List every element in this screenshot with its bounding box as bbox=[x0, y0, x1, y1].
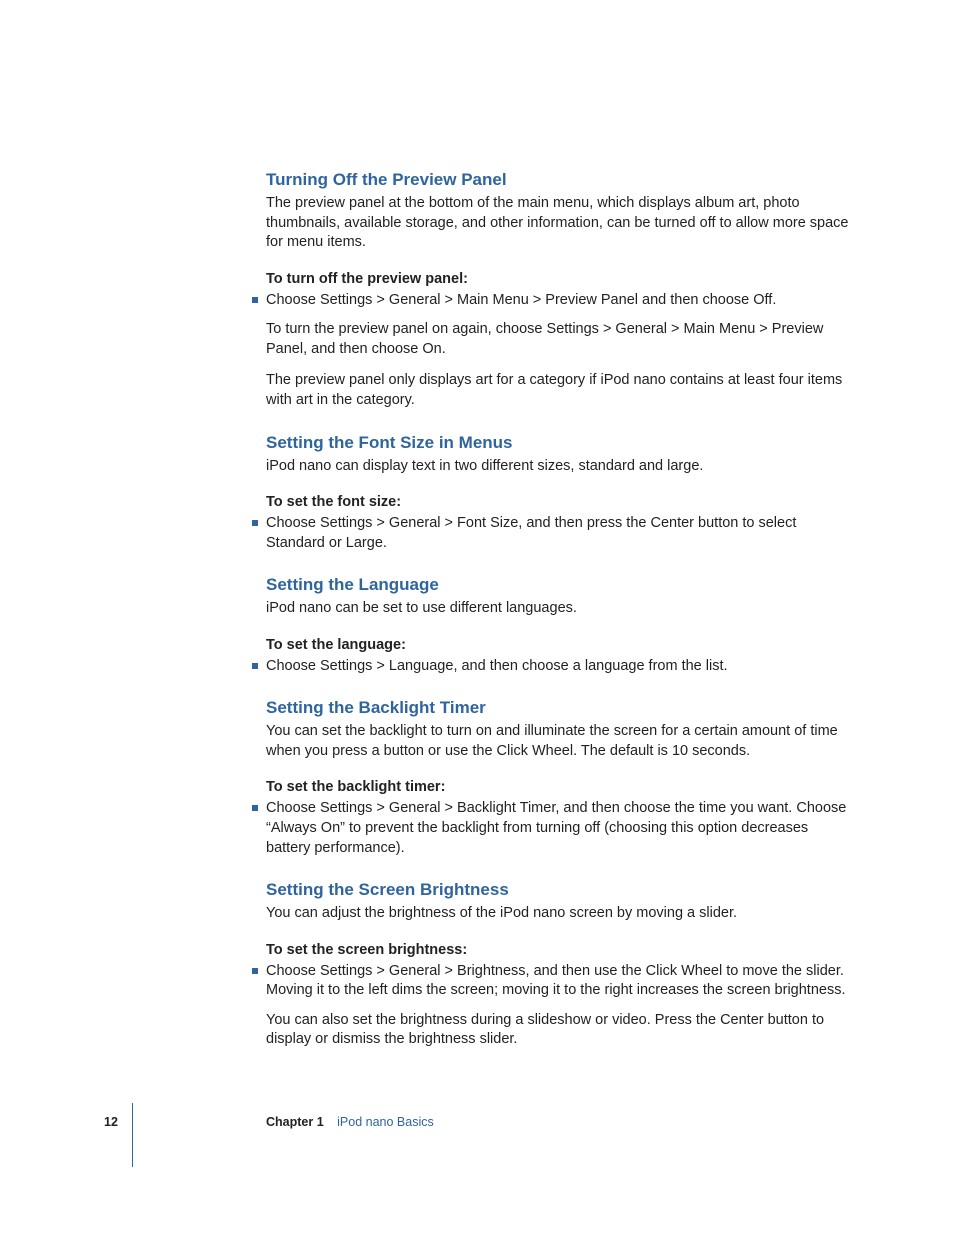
heading-backlight-timer: Setting the Backlight Timer bbox=[266, 698, 854, 718]
bullet-icon bbox=[252, 520, 258, 526]
heading-font-size: Setting the Font Size in Menus bbox=[266, 433, 854, 453]
bullet-text: Choose Settings > Language, and then cho… bbox=[266, 657, 854, 677]
intro-paragraph: You can set the backlight to turn on and… bbox=[266, 722, 854, 761]
bullet-icon bbox=[252, 297, 258, 303]
heading-language: Setting the Language bbox=[266, 575, 854, 595]
bullet-icon bbox=[252, 805, 258, 811]
bullet-text: Choose Settings > General > Backlight Ti… bbox=[266, 799, 854, 858]
intro-paragraph: You can adjust the brightness of the iPo… bbox=[266, 904, 854, 924]
heading-screen-brightness: Setting the Screen Brightness bbox=[266, 880, 854, 900]
footer-chapter: Chapter 1 iPod nano Basics bbox=[266, 1115, 434, 1129]
subheading: To set the font size: bbox=[266, 494, 854, 510]
intro-paragraph: iPod nano can be set to use different la… bbox=[266, 599, 854, 619]
bullet-text: Choose Settings > General > Brightness, … bbox=[266, 962, 854, 1001]
document-page: Turning Off the Preview Panel The previe… bbox=[0, 0, 954, 1050]
bulleted-step: Choose Settings > Language, and then cho… bbox=[266, 657, 854, 677]
bulleted-step: Choose Settings > General > Font Size, a… bbox=[266, 514, 854, 553]
subheading: To set the backlight timer: bbox=[266, 779, 854, 795]
chapter-title: iPod nano Basics bbox=[337, 1115, 434, 1129]
intro-paragraph: The preview panel at the bottom of the m… bbox=[266, 194, 854, 253]
footer-divider-icon bbox=[132, 1103, 133, 1167]
bulleted-step: Choose Settings > General > Backlight Ti… bbox=[266, 799, 854, 858]
subheading: To set the screen brightness: bbox=[266, 942, 854, 958]
follow-paragraph: To turn the preview panel on again, choo… bbox=[266, 320, 854, 359]
follow-paragraph: The preview panel only displays art for … bbox=[266, 371, 854, 410]
subheading: To turn off the preview panel: bbox=[266, 271, 854, 287]
heading-turning-off-preview: Turning Off the Preview Panel bbox=[266, 170, 854, 190]
intro-paragraph: iPod nano can display text in two differ… bbox=[266, 457, 854, 477]
bullet-text: Choose Settings > General > Main Menu > … bbox=[266, 291, 854, 311]
bullet-icon bbox=[252, 663, 258, 669]
bullet-text: Choose Settings > General > Font Size, a… bbox=[266, 514, 854, 553]
bullet-icon bbox=[252, 968, 258, 974]
follow-paragraph: You can also set the brightness during a… bbox=[266, 1011, 854, 1050]
chapter-label: Chapter 1 bbox=[266, 1115, 324, 1129]
subheading: To set the language: bbox=[266, 637, 854, 653]
bulleted-step: Choose Settings > General > Brightness, … bbox=[266, 962, 854, 1050]
bulleted-step: Choose Settings > General > Main Menu > … bbox=[266, 291, 854, 411]
page-number: 12 bbox=[104, 1115, 118, 1129]
